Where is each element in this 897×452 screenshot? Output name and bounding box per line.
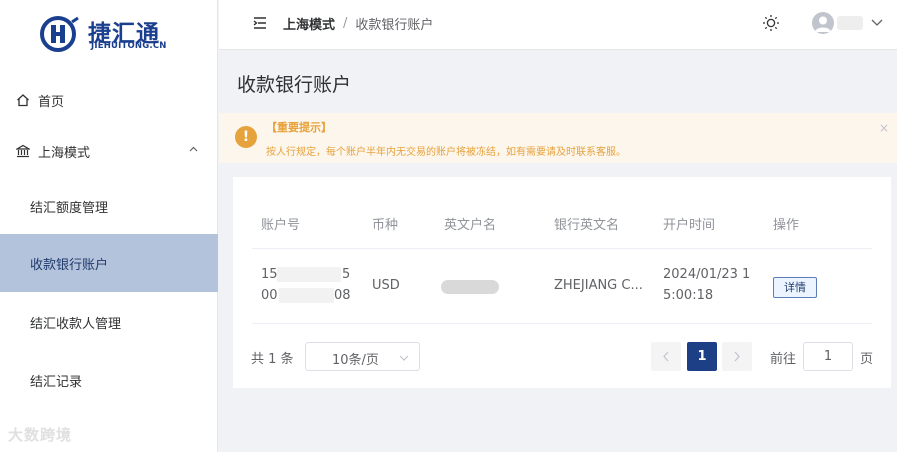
column-header: 银行英文名: [554, 218, 620, 233]
next-page-button[interactable]: [722, 342, 752, 371]
sidebar-item-home[interactable]: 首页: [0, 72, 218, 128]
accounts-card: 账户号 币种 英文户名 银行英文名 开户时间 操作 15 5 00 08 USD…: [233, 177, 891, 388]
breadcrumb-item: 收款银行账户: [355, 18, 434, 33]
watermark: 大数跨境: [8, 426, 73, 444]
detail-button[interactable]: 详情: [773, 277, 817, 298]
sidebar-item-label: 结汇收款人管理: [30, 316, 122, 332]
page-number-current[interactable]: 1: [687, 342, 717, 371]
page-size-select[interactable]: 10条/页: [305, 342, 420, 371]
chevron-down-icon: [399, 355, 409, 361]
account-number-mask: [277, 267, 341, 282]
goto-page-input[interactable]: 1: [803, 342, 853, 371]
column-header: 开户时间: [663, 218, 716, 233]
sidebar-item-payee-management[interactable]: 结汇收款人管理: [0, 294, 218, 350]
chevron-down-icon[interactable]: [871, 17, 883, 27]
sun-icon[interactable]: [762, 14, 780, 32]
column-header: 账户号: [261, 218, 301, 233]
goto-unit: 页: [860, 352, 874, 367]
goto-label: 前往: [770, 352, 797, 367]
alert-title: 【重要提示】: [266, 121, 332, 134]
chevron-left-icon: [663, 351, 669, 362]
table-divider: [252, 323, 872, 324]
sidebar-item-label: 结汇额度管理: [30, 200, 109, 216]
page-title: 收款银行账户: [237, 74, 352, 96]
table-divider: [252, 248, 872, 249]
sidebar: 捷汇通 JIEHUITONG.CN 首页 上海模式 结汇额度管理 收款银行账户 …: [0, 0, 218, 452]
bank-icon: [16, 144, 30, 158]
account-number-end: 08: [334, 288, 351, 303]
username-masked: [837, 16, 863, 30]
open-time: 2024/01/23 1: [663, 267, 751, 282]
currency: USD: [372, 278, 400, 293]
sidebar-item-bank-accounts[interactable]: 收款银行账户: [0, 234, 218, 292]
breadcrumb-separator: /: [343, 16, 348, 31]
column-header: 操作: [773, 218, 800, 233]
open-time: 5:00:18: [663, 288, 714, 303]
account-number-mask: [279, 288, 334, 303]
column-header: 币种: [372, 218, 399, 233]
sidebar-item-settlement-records[interactable]: 结汇记录: [0, 352, 218, 408]
breadcrumb: 上海模式 / 收款银行账户: [283, 14, 433, 33]
sidebar-item-label: 上海模式: [38, 145, 91, 161]
sidebar-item-label: 首页: [38, 94, 65, 110]
sidebar-item-label: 收款银行账户: [30, 257, 109, 273]
sidebar-item-shanghai-mode[interactable]: 上海模式: [0, 123, 218, 179]
chevron-up-icon: [189, 146, 198, 152]
page-size-value: 10条/页: [332, 353, 379, 368]
sidebar-item-label: 结汇记录: [30, 374, 83, 390]
total-count: 共 1 条: [251, 352, 294, 367]
account-number-end: 5: [342, 267, 351, 282]
warning-alert: ! 【重要提示】 按人行规定，每个账户半年内无交易的账户将被冻结，如有需要请及时…: [219, 113, 897, 163]
menu-fold-icon[interactable]: [253, 16, 267, 30]
logo: 捷汇通 JIEHUITONG.CN: [40, 14, 180, 56]
logo-subtext: JIEHUITONG.CN: [91, 41, 167, 51]
bank-english-name: ZHEJIANG C...: [554, 278, 643, 293]
logo-mark-icon: [40, 16, 79, 52]
chevron-right-icon: [734, 351, 740, 362]
warning-icon: !: [235, 126, 257, 148]
home-icon: [17, 94, 29, 107]
avatar[interactable]: [812, 12, 834, 34]
breadcrumb-item[interactable]: 上海模式: [283, 14, 335, 33]
alert-text: 按人行规定，每个账户半年内无交易的账户将被冻结，如有需要请及时联系客服。: [266, 147, 626, 158]
account-number-start: 15: [261, 267, 278, 282]
sidebar-item-settlement-quota[interactable]: 结汇额度管理: [0, 178, 218, 234]
prev-page-button[interactable]: [651, 342, 681, 371]
top-header: 上海模式 / 收款银行账户: [219, 0, 897, 50]
close-icon[interactable]: ×: [879, 121, 889, 135]
english-name-masked: [441, 280, 499, 294]
user-icon: [815, 16, 831, 32]
column-header: 英文户名: [444, 218, 497, 233]
account-number-start: 00: [261, 288, 278, 303]
